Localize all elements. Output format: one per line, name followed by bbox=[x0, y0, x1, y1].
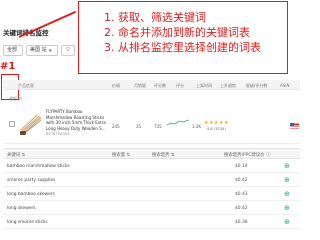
callout-step-3: 3. 从排名监控里选择创建的词表 bbox=[104, 41, 261, 54]
header-rating[interactable]: 评分 bbox=[176, 83, 184, 89]
keyword-text[interactable]: bamboo marshmallow sticks bbox=[7, 164, 70, 169]
us-flag-icon bbox=[290, 123, 299, 129]
add-keyword-icon[interactable]: ⊕ bbox=[284, 176, 290, 184]
product-thumbnail bbox=[20, 114, 42, 135]
keyword-ppc-price: $0.38 bbox=[235, 220, 248, 225]
callout-step-1: 1. 获取、筛选关键词 bbox=[104, 11, 206, 24]
annotation-callout: 1. 获取、筛选关键词 2. 命名并添加到新的关键词表 3. 从排名监控里选择创… bbox=[78, 1, 288, 74]
filter-icon: ▽ bbox=[66, 47, 70, 53]
kw-header-ppc[interactable]: 搜索趋势/PPC建议价 ⓘ bbox=[224, 152, 270, 158]
keyword-row: long bamboo skewers $0.43 ⊕ bbox=[4, 188, 300, 201]
header-stars[interactable]: 星级/评分数 bbox=[246, 83, 267, 89]
add-keyword-icon[interactable]: ⊕ bbox=[284, 218, 290, 226]
keyword-text[interactable]: smores party supplies bbox=[7, 178, 55, 183]
product-asin: B07BTR43B4 bbox=[46, 132, 70, 137]
keyword-row: long skewers $0.42 ⊕ bbox=[4, 202, 300, 215]
product-sales: 35 bbox=[136, 124, 142, 129]
keyword-ppc-price: $0.42 bbox=[235, 206, 248, 211]
keyword-text[interactable]: long skewers bbox=[7, 206, 36, 211]
screenshot-root: 关键词排名监控 全部 美国 站 ▼ ▽ #1 2 产品信息 价格 月销量 评分数… bbox=[0, 0, 300, 240]
header-launch-date[interactable]: 上架时间 bbox=[196, 83, 212, 89]
filter-button[interactable]: ▽ bbox=[61, 45, 75, 56]
header-review-count[interactable]: 评分数 bbox=[154, 83, 166, 89]
market-select[interactable]: 美国 站 ▼ bbox=[26, 45, 58, 56]
trend-sparkline bbox=[167, 119, 189, 126]
header-price[interactable]: 价格 bbox=[112, 83, 120, 89]
product-row: FLYPARTY Bamboo Marshmallow Roasting Sti… bbox=[4, 104, 300, 144]
header-monthly-sales[interactable]: 月销量 bbox=[134, 83, 146, 89]
product-title-text[interactable]: FLYPARTY Bamboo Marshmallow Roasting Sti… bbox=[46, 109, 106, 131]
selector-row: 全部 美国 站 ▼ ▽ bbox=[3, 45, 75, 56]
product-reviews: 735 bbox=[154, 124, 162, 129]
keyword-text[interactable]: long bamboo skewers bbox=[7, 192, 55, 197]
add-keyword-icon[interactable]: ⊕ bbox=[284, 204, 290, 212]
kw-header-trend[interactable]: 搜索趋势 ⇅ bbox=[152, 152, 175, 158]
group-select[interactable]: 全部 bbox=[3, 45, 23, 56]
product-price: 245 bbox=[112, 124, 120, 129]
keyword-row: smores party supplies $0.42 ⊕ bbox=[4, 174, 300, 187]
annotation-label-1: #1 bbox=[0, 61, 16, 72]
rating-text: 4.6 (3234) bbox=[207, 127, 226, 131]
product-rating-count: 1.2K bbox=[192, 124, 201, 129]
collapse-toggle[interactable]: 收起 ⊟ bbox=[9, 96, 22, 102]
header-asin: ASIN bbox=[280, 83, 290, 88]
kw-header-keyword[interactable]: 关键词 ⇅ bbox=[7, 152, 25, 158]
callout-step-2: 2. 命名并添加到新的关键词表 bbox=[104, 26, 250, 39]
header-trend[interactable]: 上升趋势 bbox=[220, 83, 236, 89]
keyword-row: long smores sticks $0.38 ⊕ bbox=[4, 216, 300, 229]
add-keyword-icon[interactable]: ⊕ bbox=[284, 190, 290, 198]
add-keyword-icon[interactable]: ⊕ bbox=[284, 162, 290, 170]
header-product-info: 产品信息 bbox=[18, 83, 34, 88]
star-rating: ★★★★★ bbox=[204, 120, 229, 126]
keyword-row: bamboo marshmallow sticks $0.14 ⊕ bbox=[4, 160, 300, 173]
kw-header-volume[interactable]: 搜索量 ⇅ bbox=[112, 152, 130, 158]
keyword-ppc-price: $0.42 bbox=[235, 178, 248, 183]
chevron-down-icon: ▼ bbox=[48, 48, 52, 53]
market-select-value: 美国 站 bbox=[30, 47, 47, 53]
keyword-ppc-price: $0.43 bbox=[235, 192, 248, 197]
keyword-table-header: 关键词 ⇅ 搜索量 ⇅ 搜索趋势 ⇅ 搜索趋势/PPC建议价 ⓘ bbox=[4, 148, 300, 159]
product-title[interactable]: FLYPARTY Bamboo Marshmallow Roasting Sti… bbox=[46, 109, 108, 138]
group-select-value: 全部 bbox=[7, 47, 18, 53]
product-checkbox[interactable] bbox=[9, 121, 15, 127]
keyword-ppc-price: $0.14 bbox=[235, 164, 248, 169]
product-table-header: 产品信息 价格 月销量 评分数 评分 上架时间 上升趋势 星级/评分数 ASIN bbox=[4, 80, 300, 90]
keyword-text[interactable]: long smores sticks bbox=[7, 220, 48, 225]
